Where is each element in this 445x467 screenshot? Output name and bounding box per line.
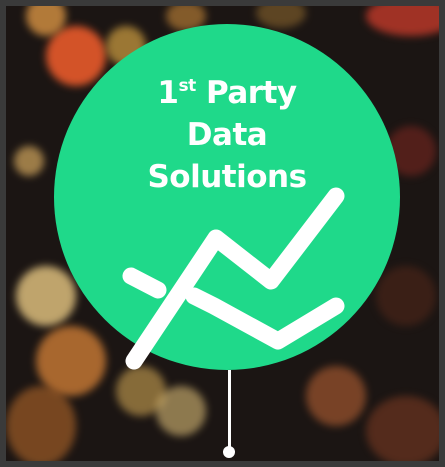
connector-line: [228, 370, 231, 448]
connector-dot: [223, 446, 235, 458]
graphic-frame: 1st Party Data Solutions: [0, 0, 445, 467]
trend-line-icon: [122, 187, 345, 370]
